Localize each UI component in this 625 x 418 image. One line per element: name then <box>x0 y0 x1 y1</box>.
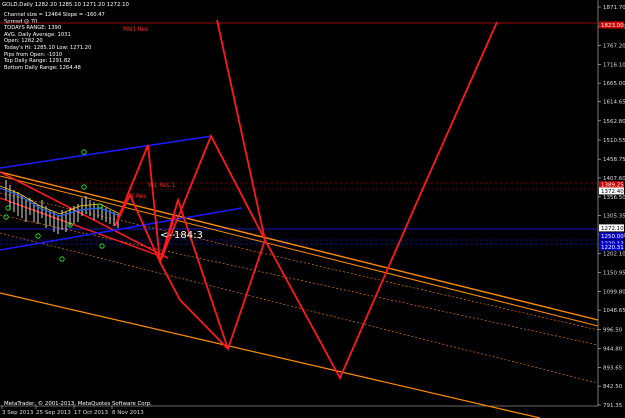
date-label: 3 Sep 2013 <box>2 410 34 416</box>
ratio-label: 184:3 <box>174 230 203 241</box>
date-axis: 3 Sep 2013 25 Sep 2013 17 Oct 2013 8 Nov… <box>1 406 144 416</box>
date-label: 25 Sep 2013 <box>36 410 71 416</box>
d1-res-label: D1 Res <box>126 194 146 200</box>
price-tick-label: 1458.75 <box>603 157 625 163</box>
price-highlight-label: 1372.40 <box>601 189 624 195</box>
price-tick-label: 1665.00 <box>603 81 625 87</box>
price-tick-label: 1099.80 <box>603 289 625 295</box>
price-tick-label: 1150.95 <box>603 271 625 277</box>
price-highlight-label: 1823.00 <box>601 23 624 29</box>
price-tick-label: 1510.55 <box>603 138 625 144</box>
price-tick-label: 842.50 <box>603 384 623 390</box>
price-tick-label: 1407.60 <box>603 176 625 182</box>
price-tick-label: 1767.20 <box>603 43 625 49</box>
price-highlight-label: 1272.10 <box>601 226 624 232</box>
price-tick-label: 1048.65 <box>603 308 625 314</box>
price-tick-label: 944.80 <box>603 346 623 352</box>
price-tick-label: 1202.10 <box>603 252 625 258</box>
price-highlight-label: 1250.00 <box>601 234 624 240</box>
channel-upper-line[interactable] <box>0 171 599 321</box>
date-label: 8 Nov 2013 <box>112 410 144 416</box>
price-tick-label: 1871.70 <box>603 5 625 11</box>
price-tick-label: 893.65 <box>603 365 623 371</box>
copyright-text: MetaTrader, © 2001-2013, MetaQuotes Soft… <box>4 401 152 407</box>
price-tick-label: 1356.50 <box>603 195 625 201</box>
price-tick-label: 1716.10 <box>603 62 625 68</box>
price-tick-label: 996.50 <box>603 327 623 333</box>
price-axis: 1871.701819.001767.201716.101665.001614.… <box>598 5 625 409</box>
zigzag-path-2[interactable] <box>114 192 229 350</box>
mn1-res-label: MN1 Res <box>123 27 148 33</box>
zigzag-path-3[interactable] <box>159 21 498 381</box>
price-tick-label: 791.35 <box>603 403 623 409</box>
price-highlight-label: 1220.31 <box>601 245 624 251</box>
price-tick-label: 1305.35 <box>603 214 625 220</box>
channel-lower-line[interactable] <box>0 292 541 418</box>
price-tick-label: 1562.80 <box>603 119 625 125</box>
blue-channel-top[interactable] <box>0 135 213 169</box>
w1-res-label: W1 Res 1 <box>148 183 175 189</box>
price-chart[interactable]: MN1 Res W1 Res 1 D1 Res <-- 184:3 1871.7… <box>0 0 625 418</box>
channel-dashed-3[interactable] <box>0 232 599 384</box>
red-projection-paths <box>114 19 498 381</box>
price-tick-label: 1614.65 <box>603 100 625 106</box>
date-label: 17 Oct 2013 <box>74 410 109 416</box>
